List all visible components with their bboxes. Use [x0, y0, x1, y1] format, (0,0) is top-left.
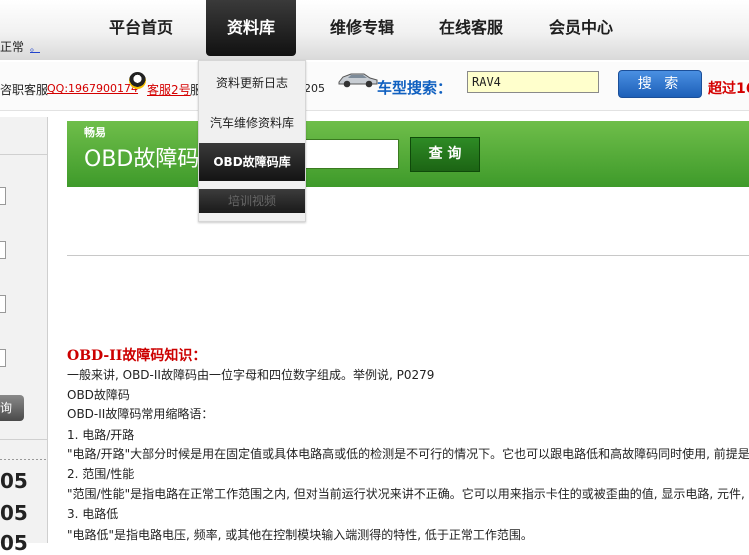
- banner-title: OBD故障码: [84, 147, 200, 172]
- sidebar-number: 05: [0, 501, 28, 525]
- qq-icon[interactable]: [129, 72, 146, 89]
- model-search-input[interactable]: RAV4: [467, 71, 599, 93]
- content-line: 3. 电路低: [67, 507, 119, 521]
- content-line: "电路/开路"大部分时候是用在固定值或具体电路高或低的检测是不可行的情况下。它也…: [67, 447, 749, 461]
- sidebar-input[interactable]: [0, 241, 6, 259]
- search-button[interactable]: 搜 索: [618, 70, 702, 98]
- knowledge-title: OBD-II故障码知识：: [67, 348, 207, 364]
- content-line: "范围/性能"是指电路在正常工作范围之内, 但对当前运行状况来讲不正确。它可以用…: [67, 487, 749, 501]
- library-dropdown-menu: 资料更新日志 汽车维修资料库 OBD故障码库 培训视频: [198, 60, 306, 222]
- nav-library[interactable]: 资料库: [206, 0, 296, 56]
- car-icon: [338, 73, 378, 88]
- content-line: 一般来讲, OBD-II故障码由一位字母和四位数字组成。举例说, P0279: [67, 368, 435, 382]
- menu-item-repair-library[interactable]: 汽车维修资料库: [199, 104, 305, 142]
- content-divider: [67, 255, 749, 256]
- sidebar-divider: [0, 439, 47, 440]
- status-text: 正常: [0, 40, 25, 54]
- nav-member-center[interactable]: 会员中心: [535, 0, 627, 56]
- content-line: OBD-II故障码常用缩略语：: [67, 407, 214, 421]
- content-line: 1. 电路/开路: [67, 428, 135, 442]
- content-line: OBD故障码: [67, 388, 130, 402]
- status-link[interactable]: 。: [30, 39, 40, 54]
- nav-repair-album[interactable]: 维修专辑: [316, 0, 408, 56]
- sidebar-input[interactable]: [0, 349, 6, 367]
- content-line: "电路低"是指电路电压, 频率, 或其他在控制模块输入端测得的特性, 低于正常工…: [67, 528, 533, 542]
- query-button[interactable]: 查 询: [410, 137, 480, 172]
- service2-link[interactable]: 客服2号: [147, 81, 191, 98]
- menu-item-training-video[interactable]: 培训视频: [199, 189, 305, 213]
- service-prefix: 咨职客服: [0, 83, 49, 97]
- sidebar-number: 05: [0, 531, 28, 555]
- top-nav: 平台首页 资料库 维修专辑 在线客服 会员中心: [0, 0, 749, 60]
- sidebar-dotted-divider: [0, 459, 47, 460]
- nav-online-service[interactable]: 在线客服: [425, 0, 517, 56]
- qq-link[interactable]: QQ:1967900174: [47, 82, 138, 95]
- sidebar-input[interactable]: [0, 295, 6, 313]
- number-tail: 205: [304, 82, 325, 95]
- content-line: 2. 范围/性能: [67, 467, 135, 481]
- model-search-value: RAV4: [472, 75, 501, 89]
- over-count-text: 超过16: [708, 81, 749, 97]
- obd-code-input[interactable]: [296, 139, 399, 169]
- sidebar-divider: [0, 154, 47, 155]
- banner-brand: 畅易: [84, 126, 106, 139]
- menu-item-update-log[interactable]: 资料更新日志: [199, 64, 305, 102]
- sidebar-number: 05: [0, 469, 28, 493]
- sidebar-query-button[interactable]: 询: [0, 395, 24, 421]
- sidebar-input[interactable]: [0, 187, 6, 205]
- menu-item-obd-library[interactable]: OBD故障码库: [199, 143, 305, 181]
- left-sidebar: 05 05 05: [0, 117, 48, 555]
- nav-home[interactable]: 平台首页: [95, 0, 187, 56]
- model-search-label: 车型搜索：: [377, 79, 453, 97]
